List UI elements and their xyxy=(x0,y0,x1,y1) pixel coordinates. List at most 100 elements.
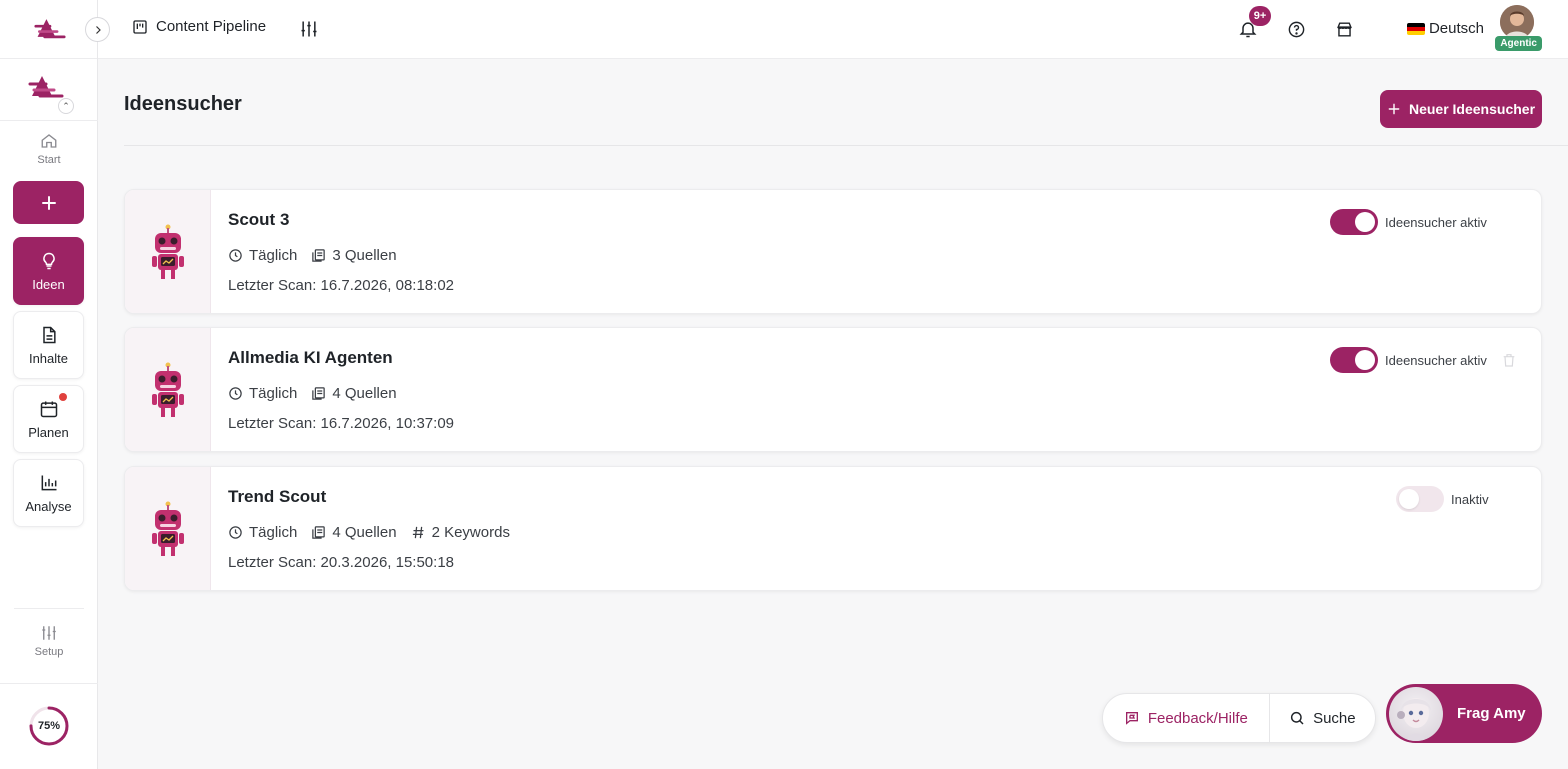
sliders-icon xyxy=(301,21,317,37)
scout-name: Scout 3 xyxy=(228,210,290,229)
sidebar-item-label: Ideen xyxy=(32,276,65,292)
calendar-icon xyxy=(40,401,57,417)
notification-badge: 9+ xyxy=(1249,6,1271,26)
status-label: Inaktiv xyxy=(1451,491,1489,507)
trash-icon xyxy=(1503,354,1515,367)
sidebar-item-ideen[interactable]: Ideen xyxy=(13,237,84,305)
frequency-label: Täglich xyxy=(249,385,298,402)
frequency: Täglich xyxy=(228,247,297,264)
last-scan: Letzter Scan: 16.7.2026, 10:37:09 xyxy=(228,415,455,432)
chevron-right-icon xyxy=(95,25,101,34)
sidebar-item-label: Inhalte xyxy=(28,350,69,366)
new-scout-label: Neuer Ideensucher xyxy=(1408,101,1536,117)
onboarding-progress[interactable]: 75% xyxy=(28,705,70,747)
topbar-right: 9+ Deutsch Agentic xyxy=(1148,0,1568,59)
scout-name: Trend Scout xyxy=(228,487,327,506)
sources: 4 Quellen xyxy=(311,385,397,402)
sidebar-item-label: Analyse xyxy=(25,498,72,514)
last-scan: Letzter Scan: 16.7.2026, 08:18:02 xyxy=(228,277,455,294)
sidebar-item-start[interactable]: Start xyxy=(0,132,98,166)
progress-label: 75% xyxy=(37,720,61,732)
message-flag-icon xyxy=(1125,712,1138,725)
sources-icon xyxy=(312,249,326,262)
active-toggle[interactable] xyxy=(1396,486,1444,512)
clock-icon xyxy=(229,387,242,400)
brand-logo-icon xyxy=(34,19,66,39)
robot-icon xyxy=(151,224,184,279)
hash-icon xyxy=(412,526,424,539)
frequency: Täglich xyxy=(228,385,297,402)
sidebar-item-setup[interactable]: Setup xyxy=(0,624,98,658)
keywords: 2 Keywords xyxy=(411,524,510,541)
divider xyxy=(0,120,98,121)
robot-icon-container xyxy=(125,190,211,313)
app-logo[interactable] xyxy=(34,15,66,46)
chevron-up-down-icon: ⌃ xyxy=(58,98,74,114)
home-icon xyxy=(41,134,57,148)
feedback-button[interactable]: Feedback/Hilfe xyxy=(1103,694,1270,742)
sliders-icon xyxy=(42,626,56,640)
sidebar-item-label: Planen xyxy=(28,424,69,440)
germany-flag-icon xyxy=(1406,22,1425,35)
help-circle-icon xyxy=(1288,21,1305,38)
plus-icon xyxy=(1388,103,1400,115)
help-search-bar: Feedback/Hilfe Suche xyxy=(1102,693,1376,743)
scout-meta: Täglich 4 Quellen xyxy=(228,385,397,402)
new-scout-button[interactable]: Neuer Ideensucher xyxy=(1380,90,1542,128)
bar-chart-icon xyxy=(41,475,56,490)
status-label: Ideensucher aktiv xyxy=(1385,352,1487,368)
scout-card[interactable]: Trend Scout Täglich 4 Quellen 2 Keywords… xyxy=(124,466,1542,591)
robot-icon xyxy=(151,362,184,417)
plus-icon xyxy=(41,195,56,210)
avatar[interactable] xyxy=(1500,5,1534,39)
sources: 4 Quellen xyxy=(311,524,397,541)
delete-button[interactable] xyxy=(1501,352,1517,373)
content-pipeline-link[interactable]: Content Pipeline xyxy=(132,18,266,35)
brand-logo-icon xyxy=(28,76,64,98)
sidebar-item-inhalte[interactable]: Inhalte xyxy=(13,311,84,379)
scout-card[interactable]: Scout 3 Täglich 3 Quellen Letzter Scan: … xyxy=(124,189,1542,314)
sidebar-item-label: Setup xyxy=(34,646,64,658)
status-label: Ideensucher aktiv xyxy=(1385,214,1487,230)
expand-sidebar-button[interactable] xyxy=(85,17,110,42)
document-icon xyxy=(42,326,56,343)
scout-status: Inaktiv xyxy=(1396,486,1489,512)
user-avatar-icon xyxy=(1500,5,1534,39)
sources-label: 4 Quellen xyxy=(332,524,397,541)
sources-label: 4 Quellen xyxy=(332,385,397,402)
sources-label: 3 Quellen xyxy=(332,247,397,264)
store-button[interactable] xyxy=(1335,20,1354,44)
frequency: Täglich xyxy=(228,524,297,541)
agentic-badge: Agentic xyxy=(1495,36,1542,51)
scout-status: Ideensucher aktiv xyxy=(1330,347,1487,373)
active-toggle[interactable] xyxy=(1330,347,1378,373)
sidebar: ⌃ Start Ideen Inhalte Planen Analyse Set… xyxy=(0,0,98,769)
sidebar-item-planen[interactable]: Planen xyxy=(13,385,84,453)
store-icon xyxy=(1337,22,1352,37)
feedback-label: Feedback/Hilfe xyxy=(1147,709,1248,727)
frequency-label: Täglich xyxy=(249,247,298,264)
language-label: Deutsch xyxy=(1428,20,1484,37)
robot-icon-container xyxy=(125,328,211,451)
search-icon xyxy=(1291,711,1304,725)
divider xyxy=(0,683,98,684)
help-button[interactable] xyxy=(1287,20,1306,44)
lightbulb-icon xyxy=(42,252,55,269)
search-label: Suche xyxy=(1313,709,1356,727)
adjustments-button[interactable] xyxy=(299,19,319,44)
last-scan: Letzter Scan: 20.3.2026, 15:50:18 xyxy=(228,554,455,571)
sources: 3 Quellen xyxy=(311,247,397,264)
create-button[interactable] xyxy=(13,181,84,224)
workspace-switcher[interactable]: ⌃ xyxy=(28,72,74,114)
kanban-icon xyxy=(133,19,147,34)
active-toggle[interactable] xyxy=(1330,209,1378,235)
clock-icon xyxy=(229,526,242,539)
sidebar-item-analyse[interactable]: Analyse xyxy=(13,459,84,527)
pipeline-label: Content Pipeline xyxy=(156,18,267,35)
language-selector[interactable]: Deutsch xyxy=(1406,20,1484,37)
scout-card[interactable]: Allmedia KI Agenten Täglich 4 Quellen Le… xyxy=(124,327,1542,452)
robot-icon xyxy=(151,501,184,556)
ask-amy-button[interactable]: Frag Amy xyxy=(1386,684,1542,743)
search-button[interactable]: Suche xyxy=(1270,694,1375,742)
sidebar-item-label: Start xyxy=(37,154,61,166)
